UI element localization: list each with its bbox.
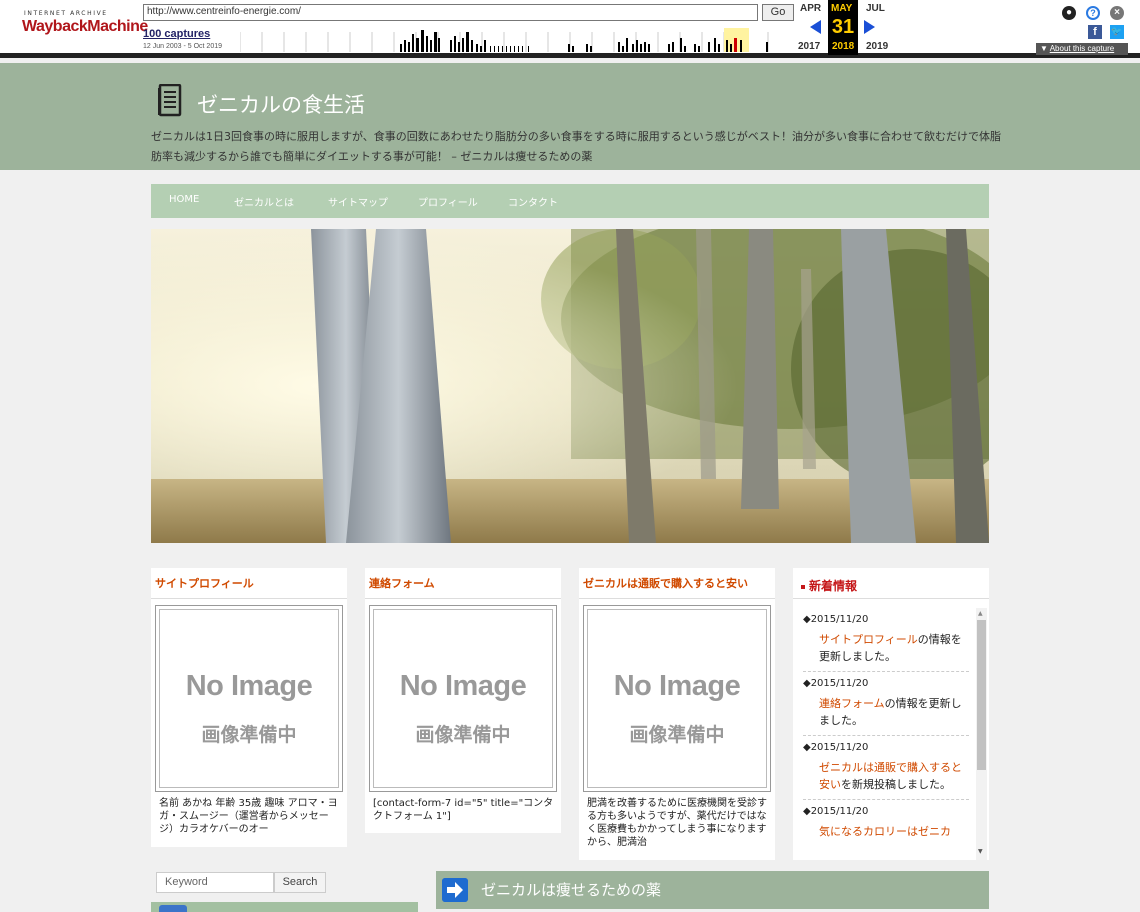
sidebar-widget-header [151,902,418,912]
card-excerpt: 肥満を改善するために医療機関を受診する方も多いようですが、薬代だけではなく医療費… [587,798,767,848]
nav-item-home[interactable]: HOME [169,194,199,205]
news-title: 新着情報 [793,568,989,599]
news-text: ゼニカルは通販で購入すると安いを新規投稿しました。 [803,759,969,793]
forest-illustration [151,229,989,543]
wayback-logo[interactable]: WaybackMachine [22,18,148,36]
news-rest: を新規投稿しました。 [841,778,951,791]
news-scrollbar[interactable]: ▲ ▼ [976,608,987,860]
card-thumbnail[interactable]: No Image 画像準備中 [369,605,557,792]
month-current: MAY [831,3,853,14]
no-image-subtext: 画像準備中 [201,724,297,746]
month-next[interactable]: JUL [866,3,885,14]
no-image-text: No Image [399,670,527,702]
no-image-subtext: 画像準備中 [629,724,725,746]
card-thumbnail[interactable]: No Image 画像準備中 [583,605,771,792]
news-title-label: 新着情報 [809,579,858,593]
widget-icon [159,905,187,912]
main-nav: HOME ゼニカルとは サイトマップ プロフィール コンタクト [151,184,989,218]
nav-item-about-xenical[interactable]: ゼニカルとは [234,194,294,209]
news-text: サイトプロフィールの情報を更新しました。 [803,631,969,665]
next-capture-arrow-icon[interactable] [864,20,875,34]
card-excerpt: 名前 あかね 年齢 35歳 趣味 アロマ・ヨガ・スムージー（運営者からメッセージ… [159,798,338,835]
news-entry: ◆2015/11/20 連絡フォームの情報を更新しました。 [803,672,969,736]
card-excerpt: [contact-form-7 id="5" title="コンタクトフォーム … [373,798,554,822]
card-contact-form[interactable]: 連絡フォーム No Image 画像準備中 [contact-form-7 id… [365,568,561,833]
about-capture-label: About this capture [1049,44,1115,53]
main-heading: ゼニカルは痩せるための薬 [481,881,662,899]
document-icon [158,84,182,117]
news-date: ◆2015/11/20 [803,742,869,753]
hero-image [151,229,989,543]
user-account-icon[interactable]: ● [1062,6,1076,20]
year-next[interactable]: 2019 [866,41,888,52]
about-capture-button[interactable]: ▼ About this capture [1036,43,1128,55]
card-title[interactable]: ゼニカルは通販で購入すると安い [579,568,775,599]
no-image-text: No Image [613,670,741,702]
wayback-toolbar: INTERNET ARCHIVE WaybackMachine http://w… [0,0,1140,58]
help-icon[interactable]: ? [1086,6,1100,20]
captures-link[interactable]: 100 captures [143,28,210,40]
main-heading-bar: ゼニカルは痩せるための薬 [436,871,989,909]
news-entry: ◆2015/11/20 サイトプロフィールの情報を更新しました。 [803,608,969,672]
twitter-icon[interactable]: 🐦 [1110,25,1124,39]
news-date: ◆2015/11/20 [803,806,869,817]
prev-capture-arrow-icon[interactable] [810,20,821,34]
news-link[interactable]: 連絡フォーム [819,697,885,710]
card-mail-order[interactable]: ゼニカルは通販で購入すると安い No Image 画像準備中 肥満を改善するため… [579,568,775,860]
bullet-icon [801,584,805,589]
capture-day: 31 [831,16,855,38]
scrollbar-thumb[interactable] [977,620,986,770]
news-widget: 新着情報 ◆2015/11/20 サイトプロフィールの情報を更新しました。 ◆2… [793,568,989,860]
year-prev[interactable]: 2017 [798,41,820,52]
arrow-right-icon [442,878,468,902]
close-icon[interactable]: × [1110,6,1124,20]
site-description: ゼニカルは1日3回食事の時に服用しますが、食事の回数にあわせたり脂肪分の多い食事… [151,130,1001,163]
news-entry: ◆2015/11/20 ゼニカルは通販で購入すると安いを新規投稿しました。 [803,736,969,800]
news-entry: ◆2015/11/20 気になるカロリーはゼニカ [803,800,969,846]
site-title[interactable]: ゼニカルの食生活 [197,89,365,119]
news-text: 連絡フォームの情報を更新しました。 [803,695,969,729]
card-site-profile[interactable]: サイトプロフィール No Image 画像準備中 名前 あかね 年齢 35歳 趣… [151,568,347,847]
site-header: ゼニカルの食生活 ゼニカルは1日3回食事の時に服用しますが、食事の回数にあわせた… [0,63,1140,170]
news-list[interactable]: ◆2015/11/20 サイトプロフィールの情報を更新しました。 ◆2015/1… [803,608,969,856]
nav-item-sitemap[interactable]: サイトマップ [328,194,388,209]
news-text: 気になるカロリーはゼニカ [803,823,969,840]
wayback-url-input[interactable]: http://www.centreinfo-energie.com/ [143,4,758,21]
no-image-text: No Image [185,670,313,702]
scroll-up-icon[interactable]: ▲ [978,610,983,617]
news-link[interactable]: サイトプロフィール [819,633,918,646]
search-button[interactable]: Search [274,872,326,893]
card-title[interactable]: サイトプロフィール [151,568,347,599]
scroll-down-icon[interactable]: ▼ [978,848,983,855]
search-input[interactable]: Keyword [156,872,274,893]
capture-range: 12 Jun 2003 - 5 Oct 2019 [143,43,222,50]
nav-item-profile[interactable]: プロフィール [418,194,478,209]
wayback-logo-top: INTERNET ARCHIVE [24,10,108,17]
month-prev[interactable]: APR [800,3,821,14]
news-date: ◆2015/11/20 [803,678,869,689]
facebook-icon[interactable]: f [1088,25,1102,39]
year-current: 2018 [832,41,855,52]
card-thumbnail[interactable]: No Image 画像準備中 [155,605,343,792]
capture-sparkline[interactable] [240,26,775,52]
wayback-go-button[interactable]: Go [762,4,794,21]
no-image-subtext: 画像準備中 [415,724,511,746]
news-date: ◆2015/11/20 [803,614,869,625]
news-link[interactable]: 気になるカロリーはゼニカ [819,825,951,838]
card-title[interactable]: 連絡フォーム [365,568,561,599]
nav-item-contact[interactable]: コンタクト [508,194,558,209]
